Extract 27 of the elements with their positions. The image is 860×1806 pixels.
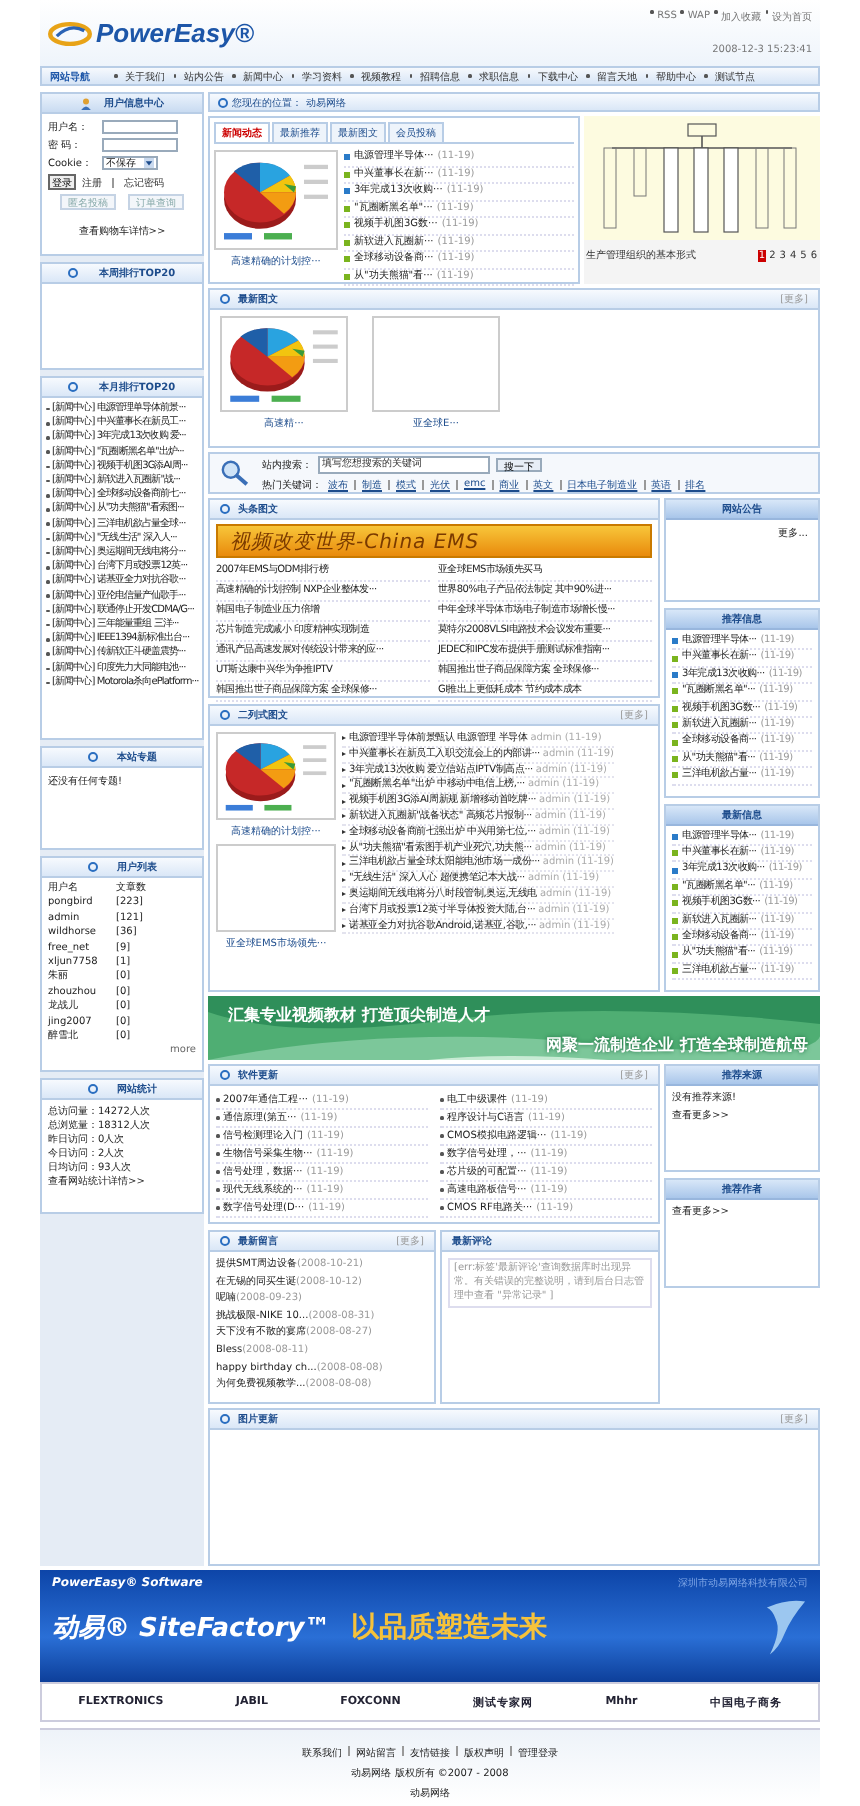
promo-text: 网聚一流制造企业 打造全球制造航母 <box>546 1034 808 1056</box>
circle-icon <box>68 382 79 392</box>
circle-icon <box>87 752 97 762</box>
circle-icon <box>220 710 230 720</box>
caret-icon <box>144 158 154 168</box>
input-field[interactable] <box>102 138 178 152</box>
circle-icon <box>220 1236 230 1246</box>
circle-icon <box>87 1084 97 1094</box>
product-name: 动易® SiteFactory™ <box>52 1612 331 1646</box>
promo-text: 汇集专业视频教材 打造顶尖制造人才 <box>228 1004 490 1026</box>
logo-icon <box>48 19 92 47</box>
input-field[interactable] <box>102 120 178 134</box>
logo-text: PowerEasy® <box>96 18 254 48</box>
ribbon-drawing <box>764 1598 808 1658</box>
search-icon <box>218 460 250 486</box>
circle-icon <box>218 97 228 107</box>
circle-icon <box>220 1414 230 1424</box>
image-frame <box>216 844 336 932</box>
circle-icon <box>68 268 79 278</box>
banner-title: 视频改变世界-China EMS <box>230 529 480 555</box>
image-frame <box>372 316 500 412</box>
circle-icon <box>220 294 230 304</box>
user-icon <box>80 97 92 109</box>
slogan: 以品质塑造未来 <box>350 1610 547 1646</box>
circle-icon <box>87 862 97 872</box>
circle-icon <box>220 1070 230 1080</box>
circle-icon <box>220 504 230 514</box>
